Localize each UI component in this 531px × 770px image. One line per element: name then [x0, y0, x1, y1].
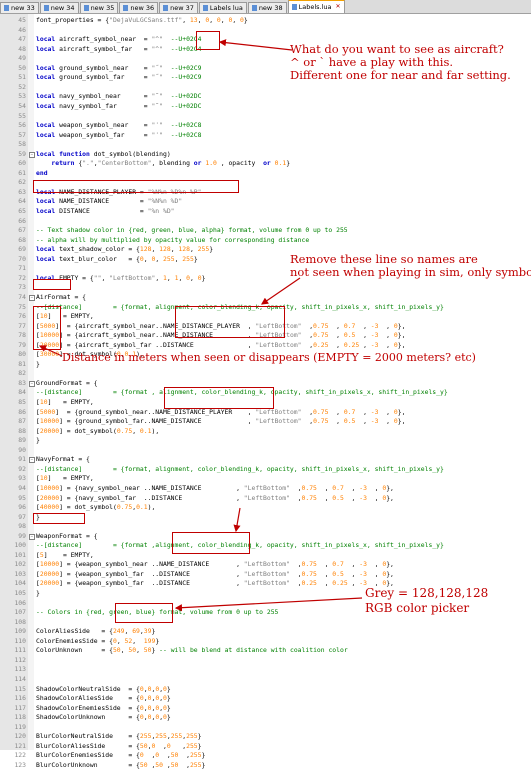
- annotation-arrows: [38, 39, 363, 612]
- fold-toggle-icon[interactable]: −: [29, 457, 35, 464]
- arrow-names-down: [233, 507, 241, 533]
- fold-toggle-icon[interactable]: −: [29, 533, 35, 540]
- fold-toggle-icon[interactable]: −: [29, 294, 35, 301]
- arrow-names: [261, 277, 301, 305]
- code-line[interactable]: BlurColorEnemiesSide = {0 ,0 ,50 ,255}: [36, 751, 205, 760]
- fold-toggle-icon[interactable]: −: [29, 380, 35, 387]
- code-line[interactable]: BlurColorUnknown = {50 ,50 ,50 ,255}: [36, 761, 205, 770]
- arrow-distance: [38, 345, 63, 357]
- line-number: 123: [14, 760, 26, 769]
- line-number: 122: [14, 751, 26, 760]
- arrow-aircraft: [218, 39, 293, 51]
- arrow-grey: [174, 597, 363, 612]
- fold-toggle-icon[interactable]: −: [29, 151, 35, 158]
